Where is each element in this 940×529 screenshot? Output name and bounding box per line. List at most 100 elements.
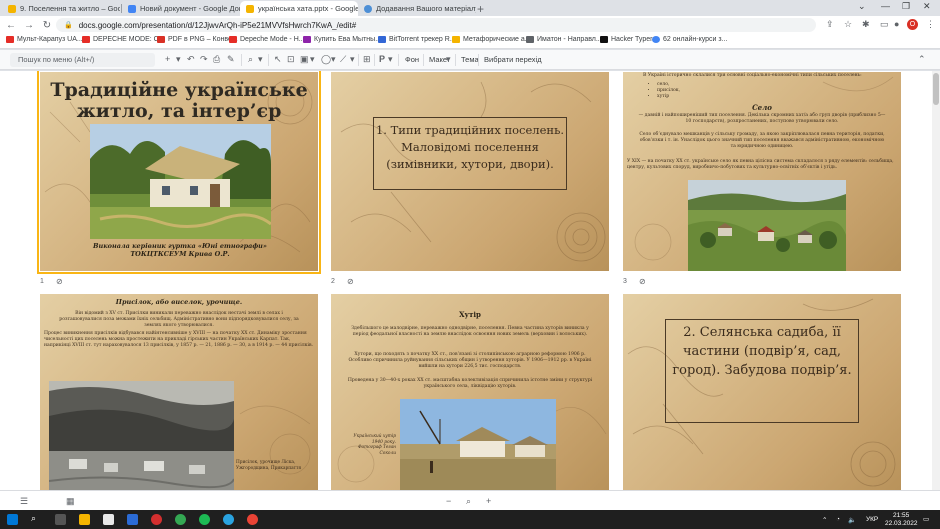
chevron-down-icon[interactable]: ▾: [331, 54, 336, 65]
new-slide-icon[interactable]: +: [165, 54, 170, 64]
file-explorer-icon[interactable]: [79, 514, 90, 525]
extensions-icon[interactable]: ✱: [862, 19, 870, 30]
text-format-icon[interactable]: P: [379, 54, 385, 64]
image-icon[interactable]: ▣: [300, 54, 309, 65]
redo-icon[interactable]: ↷: [200, 54, 208, 65]
tray-chevron-icon[interactable]: ⌃: [822, 516, 827, 524]
chrome-icon[interactable]: [175, 514, 186, 525]
bookmark-item[interactable]: 62 онлайн-курси з...: [652, 36, 727, 43]
close-window-icon[interactable]: ✕: [923, 1, 931, 12]
clock-date: 22.03.2022: [885, 520, 918, 527]
link-icon[interactable]: ⊘: [56, 277, 63, 286]
address-row: ← → ↻ 🔒 docs.google.com/presentation/d/1…: [0, 16, 940, 34]
shape-icon[interactable]: ◯: [321, 54, 331, 65]
new-tab-button[interactable]: +: [477, 2, 484, 16]
chevron-down-icon[interactable]: ▾: [388, 54, 393, 65]
grid-view-icon[interactable]: ▦: [66, 496, 75, 507]
link-icon[interactable]: ⊘: [347, 277, 354, 286]
profile-dot-icon[interactable]: ●: [894, 19, 899, 29]
chrome-profile-icon[interactable]: [247, 514, 258, 525]
opera-icon[interactable]: [151, 514, 162, 525]
slide-thumbnail-5[interactable]: Хутір Здебільшого це малодвірне, переваж…: [331, 294, 609, 490]
more-menu-icon[interactable]: ⋮: [926, 19, 935, 30]
scroll-thumb[interactable]: [933, 73, 939, 105]
slide-paragraph: — давній і найпоширеніший тип поселення.…: [638, 113, 886, 124]
photo-caption: Український хутір 1940 року. Фотограф Те…: [353, 434, 396, 456]
tab-0[interactable]: 9. Поселення та житло – Google ✕: [2, 1, 120, 16]
task-view-icon[interactable]: [55, 514, 66, 525]
comment-icon[interactable]: ⊞: [363, 54, 371, 65]
scrollbar[interactable]: [932, 71, 940, 490]
telegram-icon[interactable]: [223, 514, 234, 525]
chevron-up-icon[interactable]: ⌃: [918, 54, 926, 65]
textbox-icon[interactable]: ⊡: [287, 54, 295, 65]
slide-thumbnail-4[interactable]: Присілок, або виселок, урочище. Він відо…: [40, 294, 318, 490]
avatar[interactable]: О: [907, 19, 918, 30]
bookmark-item[interactable]: Купить Ева Мытны...: [303, 36, 381, 43]
reload-icon[interactable]: ↻: [40, 20, 54, 31]
chevron-down-icon[interactable]: ▾: [350, 54, 355, 65]
bookmark-item[interactable]: Depeche Mode - H...: [229, 36, 305, 43]
slide-thumbnail-6[interactable]: 2. Селянська садиба, її частини (подвір’…: [623, 294, 901, 490]
chevron-down-icon[interactable]: ▾: [258, 54, 263, 65]
zoom-icon[interactable]: ⌕: [466, 496, 471, 507]
bookmark-item[interactable]: Иматон - Направл...: [526, 36, 602, 43]
link-icon[interactable]: ⊘: [639, 277, 646, 286]
background-button[interactable]: Фон: [405, 55, 419, 64]
language-indicator[interactable]: УКР: [866, 516, 878, 523]
slide-paragraph: Хутори, що походять з початку XX ст., по…: [348, 352, 592, 369]
bookmark-item[interactable]: PDF в PNG – Конве...: [157, 36, 238, 43]
paint-format-icon[interactable]: ✎: [227, 54, 235, 65]
bookmark-item[interactable]: Мульт-Карапуз UA...: [6, 36, 83, 43]
slide-thumbnail-3[interactable]: В Україні історично склалися три основні…: [623, 72, 901, 271]
bookmark-item[interactable]: BitTorrent трекер R...: [378, 36, 456, 43]
app-icon[interactable]: [103, 514, 114, 525]
youtube-icon: [82, 36, 90, 43]
site-icon: [526, 36, 534, 43]
zoom-icon[interactable]: ⌕: [248, 54, 253, 65]
theme-button[interactable]: Тема: [461, 55, 479, 64]
bookmark-item[interactable]: Hacker Typer: [600, 36, 653, 43]
store-icon[interactable]: [127, 514, 138, 525]
zoom-out-icon[interactable]: −: [446, 496, 451, 506]
slides-toolbar: Пошук по меню (Alt+/) + ▾ ↶ ↷ ⎙ ✎ ⌕ ▾ ↖ …: [0, 50, 940, 70]
chevron-down-icon[interactable]: ▾: [310, 54, 315, 65]
back-icon[interactable]: ←: [4, 20, 18, 31]
address-bar[interactable]: 🔒 docs.google.com/presentation/d/12JjwvA…: [56, 18, 816, 32]
restore-icon[interactable]: ❐: [902, 1, 910, 12]
tab-1[interactable]: Новий документ - Google Доку ✕: [122, 1, 240, 16]
windows-start-icon[interactable]: [7, 514, 18, 525]
bottom-bar: ☰ ▦ − ⌕ +: [0, 490, 940, 510]
print-icon[interactable]: ⎙: [213, 54, 220, 65]
bookmark-item[interactable]: DEPECHE MODE: C...: [82, 36, 165, 43]
list-view-icon[interactable]: ☰: [20, 496, 28, 507]
slide-thumbnail-1[interactable]: Традиційне українське житло, та інтер’єр…: [37, 71, 321, 274]
sidebar-icon[interactable]: ▭: [880, 19, 889, 30]
spotify-icon[interactable]: [199, 514, 210, 525]
tab-2-active[interactable]: українська хата.pptx - Google ✕: [240, 1, 358, 16]
notifications-icon[interactable]: ▭: [923, 515, 929, 523]
network-icon[interactable]: ◔: [836, 516, 840, 523]
menu-search-input[interactable]: Пошук по меню (Alt+/): [10, 53, 155, 67]
bookmark-item[interactable]: Метафорические а...: [452, 36, 531, 43]
forward-icon[interactable]: →: [22, 20, 36, 31]
tab-search-icon[interactable]: ⌄: [858, 1, 866, 12]
tab-strip: 9. Поселення та житло – Google ✕ Новий д…: [0, 0, 940, 16]
slide-thumbnail-2[interactable]: 1. Типи традиційних поселень. Маловідомі…: [331, 72, 609, 271]
undo-icon[interactable]: ↶: [187, 54, 195, 65]
zoom-in-icon[interactable]: +: [486, 496, 491, 506]
bookmark-star-icon[interactable]: ☆: [844, 19, 852, 30]
chevron-down-icon[interactable]: ▾: [446, 54, 451, 65]
tab-label: українська хата.pptx - Google: [258, 4, 358, 13]
volume-icon[interactable]: 🔈: [848, 516, 856, 524]
toolbar-divider: [398, 54, 399, 66]
chevron-down-icon[interactable]: ▾: [176, 54, 181, 65]
line-icon[interactable]: ⟋: [340, 54, 346, 65]
share-icon[interactable]: ⇪: [826, 19, 834, 30]
lock-icon: 🔒: [64, 22, 73, 29]
select-icon[interactable]: ↖: [274, 54, 282, 65]
search-icon[interactable]: ⌕: [31, 513, 42, 524]
minimize-icon[interactable]: —: [881, 1, 890, 11]
transition-button[interactable]: Вибрати перехід: [484, 55, 542, 64]
tab-3[interactable]: Додавання Вашого матеріалу н ✕: [358, 1, 476, 16]
